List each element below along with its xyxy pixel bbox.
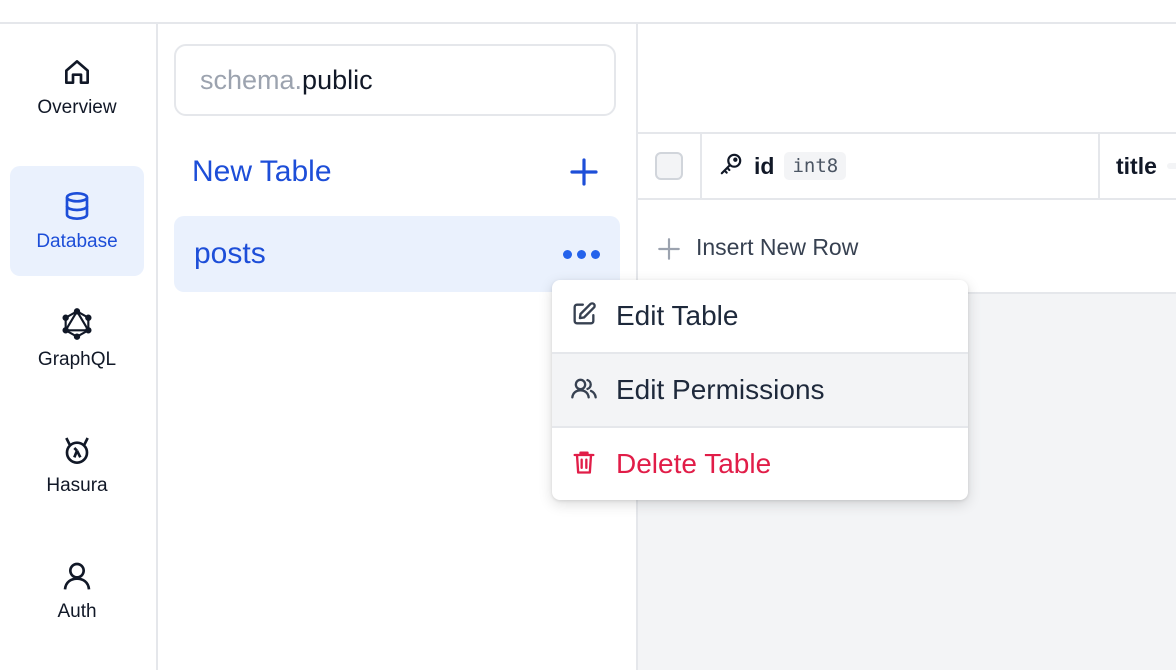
nav-item-auth[interactable]: Auth [10, 536, 144, 646]
graphql-icon [60, 307, 94, 341]
nav-label-overview: Overview [37, 97, 117, 118]
more-options-icon[interactable] [563, 249, 600, 259]
table-context-menu: Edit Table Edit Permissions Delete Table [552, 280, 968, 500]
hasura-icon [60, 433, 94, 467]
database-icon [60, 189, 94, 223]
nav-label-auth: Auth [57, 601, 97, 622]
select-all-checkbox[interactable] [655, 152, 683, 180]
plus-icon[interactable] [566, 154, 602, 190]
plus-icon [656, 236, 682, 267]
menu-item-label: Delete Table [616, 448, 772, 479]
menu-item-label: Edit Table [616, 300, 739, 331]
select-all-cell [638, 134, 702, 198]
nav-label-graphql: GraphQL [37, 349, 117, 370]
trash-icon [570, 448, 598, 481]
edit-icon [570, 300, 598, 333]
nav-item-overview[interactable]: Overview [10, 32, 144, 142]
home-icon [60, 55, 94, 89]
menu-item-edit-table[interactable]: Edit Table [552, 280, 968, 352]
grid-header-row: id int8 title [638, 134, 1176, 200]
schema-select[interactable]: schema. public [174, 44, 616, 116]
insert-row-label: Insert New Row [696, 234, 859, 260]
schema-name: public [302, 64, 373, 95]
user-icon [60, 559, 94, 593]
nav-item-database[interactable]: Database [10, 166, 144, 276]
menu-item-edit-permissions[interactable]: Edit Permissions [552, 354, 968, 426]
menu-item-label: Edit Permissions [616, 374, 825, 405]
column-header-id[interactable]: id int8 [702, 134, 1100, 198]
column-name: title [1116, 152, 1157, 179]
column-name: id [754, 152, 775, 179]
column-type-badge: int8 [784, 152, 847, 180]
column-type-badge [1166, 163, 1176, 169]
nav-item-hasura[interactable]: Hasura [10, 410, 144, 520]
schema-prefix: schema. [200, 64, 303, 95]
key-icon [718, 151, 744, 182]
nav-item-graphql[interactable]: GraphQL [10, 284, 144, 394]
top-bar [0, 0, 1176, 24]
main-sidebar: Overview Database GraphQL Hasura Auth [0, 24, 158, 670]
menu-item-delete-table[interactable]: Delete Table [552, 428, 968, 500]
table-item-label: posts [194, 237, 266, 270]
grid-toolbar [638, 24, 1176, 134]
nav-label-hasura: Hasura [46, 475, 108, 496]
column-header-title[interactable]: title [1116, 134, 1176, 198]
users-icon [570, 374, 598, 407]
new-table-button[interactable]: New Table [174, 146, 616, 198]
new-table-label: New Table [192, 155, 332, 188]
nav-label-database: Database [36, 231, 118, 252]
